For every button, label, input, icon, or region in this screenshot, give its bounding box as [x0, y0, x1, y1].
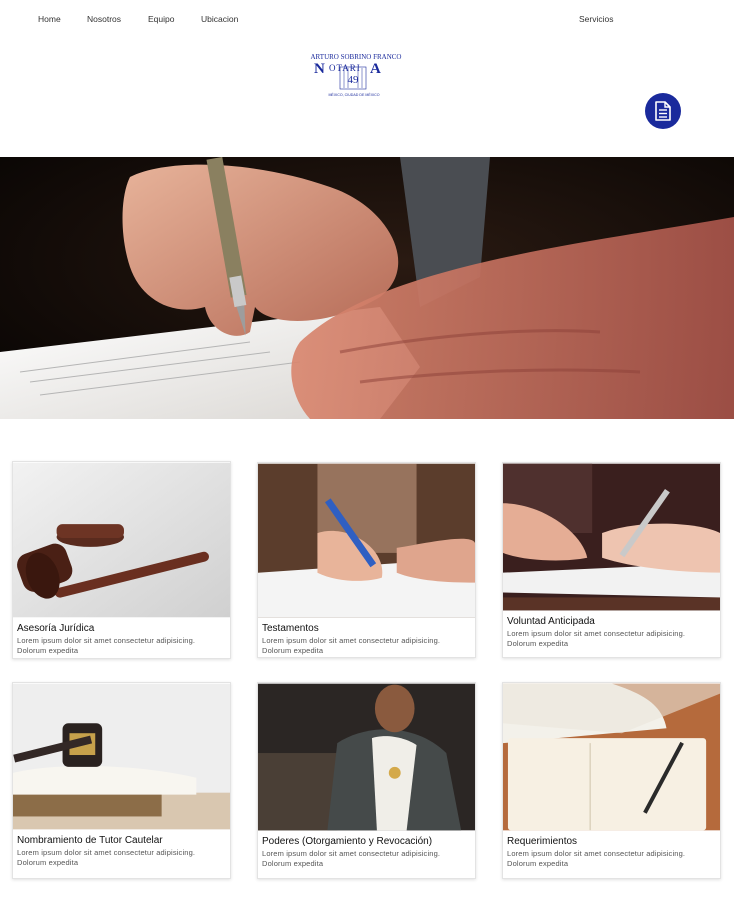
service-title: Requerimientos — [507, 836, 578, 847]
logo-location: MÉXICO, CIUDAD DE MÉXICO — [328, 92, 379, 97]
logo-letter-n: N — [314, 61, 325, 77]
document-icon — [655, 101, 671, 121]
nav-ubicacion-link[interactable]: Ubicacion — [201, 14, 238, 24]
service-title: Poderes (Otorgamiento y Revocación) — [262, 836, 433, 847]
nav-home-link[interactable]: Home — [38, 14, 61, 24]
service-card-testamentos[interactable]: Testamentos Lorem ipsum dolor sit amet c… — [257, 462, 476, 658]
open-book-notebook-image — [503, 683, 720, 831]
service-text: Lorem ipsum dolor sit amet consectetur a… — [17, 636, 196, 655]
nav-equipo-link[interactable]: Equipo — [148, 14, 174, 24]
service-card-voluntad[interactable]: Voluntad Anticipada Lorem ipsum dolor si… — [502, 462, 721, 658]
service-text: Lorem ipsum dolor sit amet consectetur a… — [262, 636, 441, 655]
gavel-image — [13, 462, 230, 618]
nav-nosotros-link[interactable]: Nosotros — [87, 14, 121, 24]
service-card-tutor[interactable]: Nombramiento de Tutor Cautelar Lorem ips… — [12, 682, 231, 879]
top-nav: Home Nosotros Equipo Ubicacion Servicios — [0, 0, 734, 38]
service-title: Voluntad Anticipada — [507, 616, 595, 627]
logo-name: ARTURO SOBRINO FRANCO — [311, 53, 402, 61]
hero-image-signing — [0, 157, 734, 419]
logo-word: OTARI — [329, 63, 361, 73]
notaria-logo[interactable]: ARTURO SOBRINO FRANCO N OTARI A 49 MÉXIC… — [300, 52, 412, 100]
signing-pen-image — [258, 463, 475, 618]
service-text: Lorem ipsum dolor sit amet consectetur a… — [262, 849, 441, 868]
logo-number: 49 — [348, 74, 360, 86]
elderly-signing-image — [503, 463, 720, 611]
service-title: Nombramiento de Tutor Cautelar — [17, 835, 163, 846]
service-card-requerimientos[interactable]: Requerimientos Lorem ipsum dolor sit ame… — [502, 682, 721, 879]
service-text: Lorem ipsum dolor sit amet consectetur a… — [17, 848, 196, 867]
gavel-books-image — [13, 683, 230, 830]
businesswoman-image — [258, 683, 475, 831]
nav-servicios-link[interactable]: Servicios — [579, 14, 613, 24]
service-text: Lorem ipsum dolor sit amet consectetur a… — [507, 849, 686, 868]
service-card-poderes[interactable]: Poderes (Otorgamiento y Revocación) Lore… — [257, 682, 476, 879]
service-text: Lorem ipsum dolor sit amet consectetur a… — [507, 629, 686, 648]
service-title: Asesoría Jurídica — [17, 623, 95, 634]
document-button[interactable] — [645, 93, 681, 129]
service-card-asesoria[interactable]: Asesoría Jurídica Lorem ipsum dolor sit … — [12, 461, 231, 659]
service-title: Testamentos — [262, 623, 319, 634]
logo-letter-a: A — [370, 61, 381, 77]
